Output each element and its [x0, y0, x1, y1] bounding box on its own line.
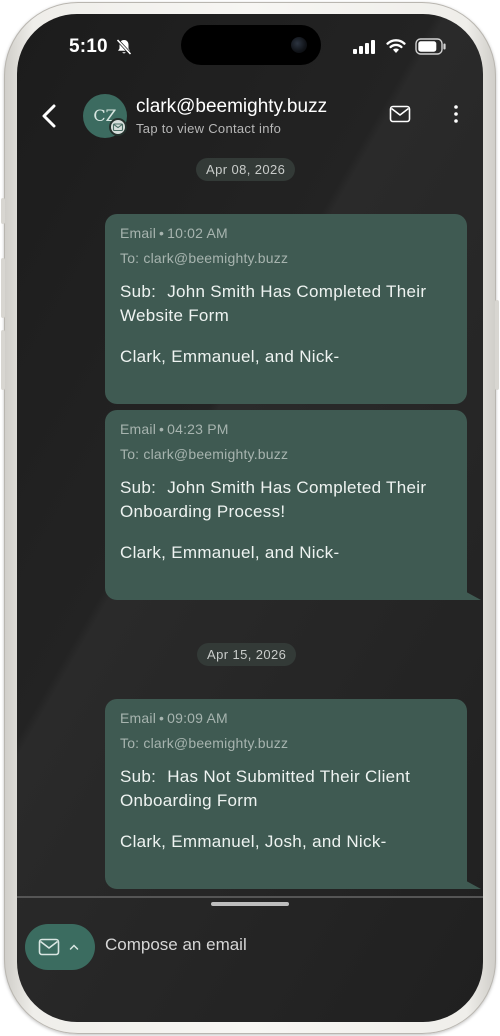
- battery-icon: [415, 38, 446, 55]
- back-chevron-icon[interactable]: [37, 102, 63, 130]
- dynamic-island: [181, 25, 321, 65]
- message-time: 04:23 PM: [167, 421, 229, 437]
- chevron-up-icon: [69, 944, 79, 950]
- side-button: [1, 198, 5, 224]
- email-message[interactable]: Email • 10:02 AM To: clark@beemighty.buzz …: [105, 214, 467, 404]
- power-button: [495, 300, 499, 390]
- subject-line: Onboarding Form: [120, 791, 258, 810]
- subject-line: John Smith Has Completed Their: [167, 282, 427, 301]
- contact-email[interactable]: clark@beemighty.buzz: [136, 96, 327, 118]
- message-signature: Clark, Emmanuel, and Nick-: [120, 543, 340, 562]
- date-separator: Apr 15, 2026: [197, 643, 297, 666]
- more-vertical-icon[interactable]: [453, 104, 459, 124]
- bubble-tail: [459, 877, 481, 889]
- message-time: 10:02 AM: [167, 225, 228, 241]
- separator-dot: •: [159, 421, 165, 437]
- message-channel: Email: [120, 421, 157, 437]
- compose-channel-button[interactable]: [25, 924, 95, 970]
- email-message[interactable]: Email • 09:09 AM To: clark@beemighty.buzz …: [105, 699, 481, 889]
- subject-line: Website Form: [120, 306, 230, 325]
- message-subject: Sub: John Smith Has Completed Their Onbo…: [120, 476, 452, 524]
- composer-divider: [17, 896, 483, 898]
- subject-label: Sub:: [120, 478, 157, 497]
- mail-icon[interactable]: [389, 105, 411, 123]
- wifi-icon: [386, 39, 406, 53]
- message-recipient: To: clark@beemighty.buzz: [120, 446, 289, 462]
- subject-line: Has Not Submitted Their Client: [167, 767, 411, 786]
- mail-icon: [38, 938, 60, 956]
- mail-badge-icon: [109, 118, 127, 136]
- camera-icon: [291, 37, 307, 53]
- subject-label: Sub:: [120, 282, 157, 301]
- message-signature: Clark, Emmanuel, Josh, and Nick-: [120, 832, 387, 851]
- volume-up-button: [1, 258, 5, 318]
- subject-label: Sub:: [120, 767, 157, 786]
- separator-dot: •: [159, 225, 165, 241]
- date-separator: Apr 08, 2026: [196, 158, 296, 181]
- signal-icon: [353, 40, 375, 54]
- message-channel: Email: [120, 710, 157, 726]
- bubble-tail: [459, 588, 481, 600]
- subject-line: John Smith Has Completed Their: [167, 478, 427, 497]
- status-time: 5:10: [69, 36, 108, 57]
- message-meta: Email • 09:09 AM: [120, 711, 452, 726]
- message-recipient: To: clark@beemighty.buzz: [120, 250, 289, 266]
- phone-screen: 5:10 CZ clark@beemighty.buzz Tap to view…: [17, 14, 483, 1022]
- message-meta: Email • 04:23 PM: [120, 422, 452, 437]
- bell-slash-icon: [116, 38, 132, 56]
- message-meta: Email • 10:02 AM: [120, 226, 452, 241]
- separator-dot: •: [159, 710, 165, 726]
- message-recipient: To: clark@beemighty.buzz: [120, 735, 289, 751]
- message-subject: Sub: John Smith Has Completed Their Webs…: [120, 280, 452, 328]
- message-signature: Clark, Emmanuel, and Nick-: [120, 347, 340, 366]
- compose-input[interactable]: Compose an email: [105, 935, 247, 955]
- contact-info-link[interactable]: Tap to view Contact info: [136, 121, 281, 136]
- message-channel: Email: [120, 225, 157, 241]
- email-message[interactable]: Email • 04:23 PM To: clark@beemighty.buzz …: [105, 410, 481, 600]
- drag-handle[interactable]: [211, 902, 289, 906]
- message-time: 09:09 AM: [167, 710, 228, 726]
- subject-line: Onboarding Process!: [120, 502, 286, 521]
- message-subject: Sub: Has Not Submitted Their Client Onbo…: [120, 765, 452, 813]
- volume-down-button: [1, 330, 5, 390]
